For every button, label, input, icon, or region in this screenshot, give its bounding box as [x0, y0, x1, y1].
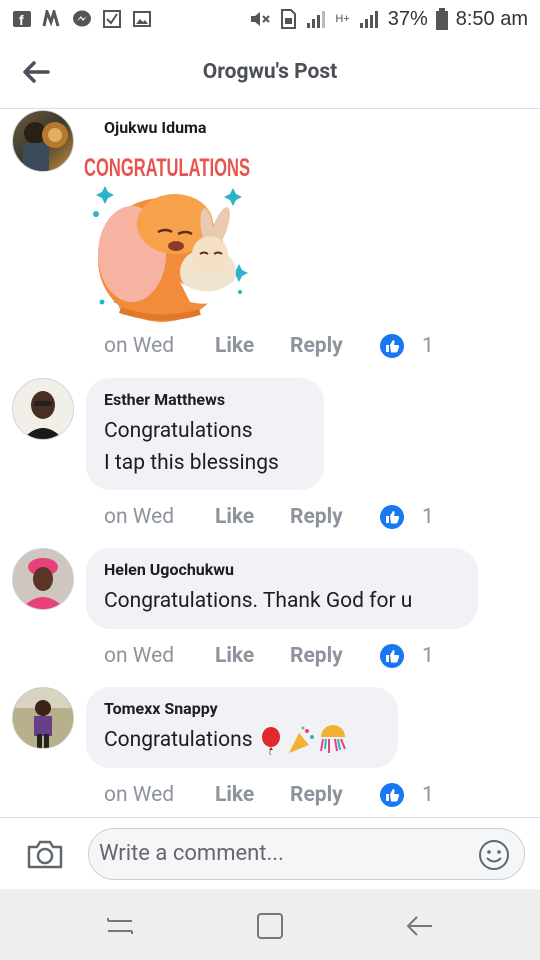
network-type: H+	[335, 13, 350, 25]
facebook-notification-icon: f	[13, 11, 31, 28]
comment-input[interactable]: Write a comment...	[88, 828, 525, 880]
battery-icon	[435, 8, 448, 30]
comment-input-placeholder: Write a comment...	[99, 841, 284, 866]
avatar[interactable]	[12, 687, 74, 749]
system-status: H+ 37% 8:50 am	[249, 6, 528, 32]
comment: Helen Ugochukwu Congratulations. Thank G…	[0, 548, 540, 678]
comment-author[interactable]: Tomexx Snappy	[104, 699, 378, 718]
comment: Tomexx Snappy Congratulations on Wed Lik…	[0, 687, 540, 815]
like-button[interactable]: Like	[215, 505, 290, 529]
like-count[interactable]: 1	[422, 644, 434, 668]
reply-button[interactable]: Reply	[290, 783, 380, 807]
comment-actions: on Wed Like Reply 1	[104, 331, 434, 361]
page-title: Orogwu's Post	[202, 60, 338, 84]
reply-button[interactable]: Reply	[290, 334, 380, 358]
avatar-photo	[13, 688, 73, 748]
balloon-icon	[261, 727, 280, 755]
like-count[interactable]: 1	[422, 505, 434, 529]
comment-timestamp[interactable]: on Wed	[104, 334, 215, 358]
avatar-photo	[13, 549, 73, 609]
status-bar: f H+ 37% 8:50 am	[0, 0, 540, 38]
thumbs-up-icon[interactable]	[380, 334, 404, 358]
comment-text-line: Congratulations	[104, 419, 253, 443]
thumbs-up-icon[interactable]	[380, 783, 404, 807]
comment-author[interactable]: Ojukwu Iduma	[104, 118, 206, 137]
sim-icon	[281, 9, 297, 29]
comment-sticker: Ojukwu Iduma CONGRATULATIONS on Wed Like…	[0, 108, 540, 368]
comment-bubble[interactable]: Esther Matthews Congratulations I tap th…	[86, 378, 324, 490]
congratulations-sticker[interactable]: CONGRATULATIONS	[80, 142, 255, 337]
avatar-photo	[13, 379, 73, 439]
avatar[interactable]	[12, 378, 74, 440]
comment-bubble[interactable]: Helen Ugochukwu Congratulations. Thank G…	[86, 548, 478, 629]
comment-author[interactable]: Esther Matthews	[104, 390, 304, 409]
thumbs-up-icon[interactable]	[380, 505, 404, 529]
comment-actions: on Wed Like Reply 1	[104, 502, 434, 532]
gallery-notification-icon	[133, 11, 151, 27]
post-header: Orogwu's Post	[0, 38, 540, 109]
android-nav-bar	[0, 889, 540, 960]
like-count[interactable]: 1	[422, 334, 434, 358]
comment: Esther Matthews Congratulations I tap th…	[0, 378, 540, 538]
comment-timestamp[interactable]: on Wed	[104, 644, 215, 668]
battery-percent: 37%	[387, 7, 428, 30]
like-count[interactable]: 1	[422, 783, 434, 807]
recents-icon[interactable]	[104, 911, 136, 941]
party-popper-icon	[288, 726, 314, 753]
avatar[interactable]	[12, 110, 74, 172]
back-icon[interactable]	[404, 911, 436, 941]
signal-icon-1	[307, 11, 326, 28]
comment-text-line: Congratulations. Thank God for u	[104, 589, 413, 613]
comment-timestamp[interactable]: on Wed	[104, 783, 215, 807]
sticker-image: CONGRATULATIONS	[84, 154, 250, 322]
smiley-icon[interactable]	[478, 839, 510, 871]
svg-text:f: f	[19, 12, 24, 28]
comment-author[interactable]: Helen Ugochukwu	[104, 560, 458, 579]
signal-icon-2	[359, 11, 378, 28]
confetti-ball-icon	[319, 725, 346, 753]
notification-icons: f	[12, 8, 152, 30]
like-button[interactable]: Like	[215, 334, 290, 358]
like-button[interactable]: Like	[215, 783, 290, 807]
camera-icon[interactable]	[26, 838, 64, 870]
thumbs-up-icon[interactable]	[380, 644, 404, 668]
comment-text-line: Congratulations	[104, 724, 378, 756]
comment-timestamp[interactable]: on Wed	[104, 505, 215, 529]
sticker-text: CONGRATULATIONS	[84, 154, 250, 182]
checkbox-notification-icon	[103, 10, 121, 28]
avatar[interactable]	[12, 548, 74, 610]
clock: 8:50 am	[455, 7, 528, 30]
reply-button[interactable]: Reply	[290, 505, 380, 529]
comment-composer: Write a comment...	[0, 817, 540, 890]
comment-text: Congratulations	[104, 728, 253, 752]
avatar-photo	[23, 122, 68, 171]
reply-button[interactable]: Reply	[290, 644, 380, 668]
mute-icon	[251, 12, 271, 26]
messenger-notification-icon	[73, 10, 91, 27]
comment-actions: on Wed Like Reply 1	[104, 780, 434, 810]
comment-text-line: I tap this blessings	[104, 451, 279, 475]
like-button[interactable]: Like	[215, 644, 290, 668]
comment-actions: on Wed Like Reply 1	[104, 641, 434, 671]
comment-emojis	[261, 725, 346, 755]
home-icon[interactable]	[254, 911, 286, 941]
news-notification-icon	[42, 10, 60, 27]
comment-bubble[interactable]: Tomexx Snappy Congratulations	[86, 687, 398, 768]
